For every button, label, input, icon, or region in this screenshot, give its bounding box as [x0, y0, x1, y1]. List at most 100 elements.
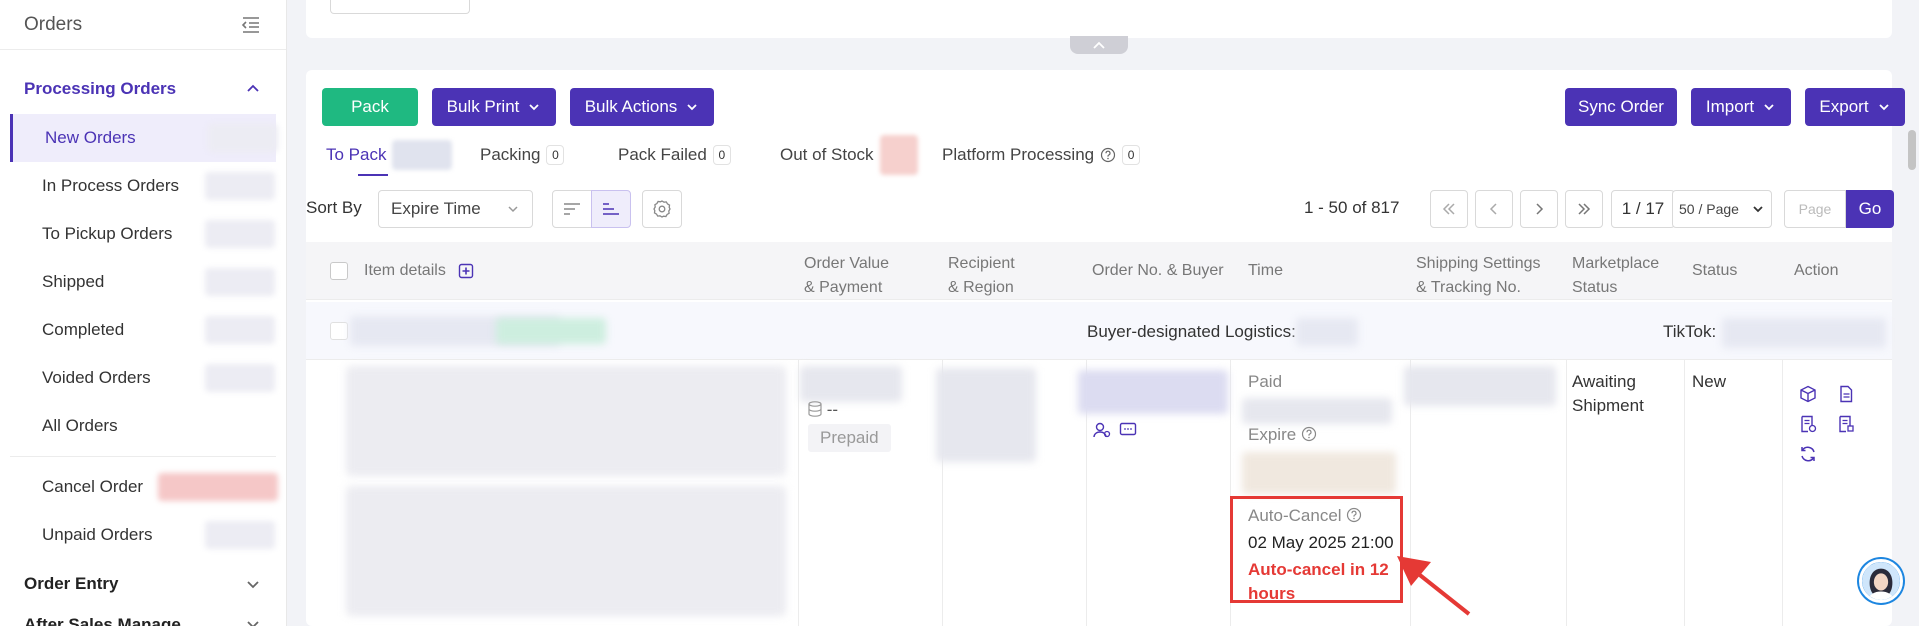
tab-count-badge: 0: [546, 145, 565, 165]
redacted-recipient: [936, 368, 1036, 462]
pack-button-label: Pack: [351, 97, 389, 116]
marketplace-status: Awaiting: [1572, 372, 1636, 391]
next-page-button[interactable]: [1520, 190, 1558, 228]
sort-select-value: Expire Time: [391, 199, 481, 218]
column-divider: [1782, 360, 1783, 626]
support-avatar[interactable]: [1859, 559, 1903, 603]
sidebar-divider: [10, 456, 276, 457]
document-icon[interactable]: [1836, 384, 1856, 404]
header-line: Action: [1794, 262, 1839, 279]
help-circle-icon[interactable]: [1100, 147, 1116, 163]
sidebar-item-label: Shipped: [42, 272, 105, 291]
go-button[interactable]: Go: [1846, 190, 1894, 228]
header-line: Marketplace: [1572, 255, 1660, 272]
annotation-arrow-icon: [1397, 556, 1471, 616]
redacted-order-no: [1078, 370, 1228, 414]
sidebar-title: Orders: [24, 13, 83, 35]
paid-label: Paid: [1248, 372, 1283, 391]
tab-to-pack[interactable]: To Pack: [326, 136, 453, 176]
tab-packing[interactable]: Packing 0: [480, 136, 565, 174]
sidebar-item-all-orders[interactable]: All Orders: [0, 402, 286, 450]
sidebar-item-shipped[interactable]: Shipped: [0, 258, 286, 306]
current-page-value: 1 / 17: [1621, 199, 1665, 218]
go-button-label: Go: [1858, 199, 1882, 218]
bulk-actions-button[interactable]: Bulk Actions: [570, 88, 714, 126]
sidebar-item-label: To Pickup Orders: [42, 224, 173, 243]
sort-by-label: Sort By: [306, 198, 362, 217]
sidebar-item-in-process-orders[interactable]: In Process Orders: [0, 162, 286, 210]
first-page-button[interactable]: [1430, 190, 1468, 228]
tab-out-of-stock[interactable]: Out of Stock: [780, 135, 918, 175]
group-checkbox[interactable]: [330, 322, 348, 340]
sidebar-group-label: Processing Orders: [24, 79, 177, 98]
collapse-menu-icon[interactable]: [240, 14, 262, 36]
sort-select[interactable]: Expire Time: [378, 190, 533, 228]
header-time: Time: [1248, 259, 1283, 283]
header-item-details: Item details: [364, 259, 474, 283]
sidebar-item-unpaid-orders[interactable]: Unpaid Orders: [0, 511, 286, 559]
buyer-profile-icon[interactable]: [1092, 420, 1112, 440]
table-header: Item details Order Value & Payment Recip…: [306, 242, 1892, 300]
sidebar-item-to-pickup-orders[interactable]: To Pickup Orders: [0, 210, 286, 258]
tab-platform-processing[interactable]: Platform Processing 0: [942, 136, 1141, 174]
sidebar-group-order-entry[interactable]: Order Entry: [0, 559, 286, 609]
sidebar-item-label: Voided Orders: [42, 368, 151, 387]
status-tabs: To Pack Packing 0 Pack Failed 0 Out of S…: [322, 135, 1322, 176]
sidebar-item-label: All Orders: [42, 416, 118, 435]
chevron-up-icon: [1093, 41, 1105, 49]
message-icon[interactable]: [1118, 420, 1138, 440]
sidebar-group-processing-orders[interactable]: Processing Orders: [0, 64, 286, 114]
jump-page-input[interactable]: Page: [1784, 190, 1846, 228]
sort-descending-button[interactable]: [552, 190, 592, 228]
sort-desc-icon: [564, 203, 580, 215]
sidebar-item-completed[interactable]: Completed: [0, 306, 286, 354]
scrollbar-thumb[interactable]: [1908, 130, 1916, 170]
header-order-no: Order No. & Buyer: [1092, 259, 1224, 283]
collapse-filter-toggle[interactable]: [1070, 36, 1128, 54]
sidebar-item-label: Cancel Order: [42, 477, 144, 496]
marketplace-status: Shipment: [1572, 396, 1644, 415]
import-button[interactable]: Import: [1691, 88, 1791, 126]
chevron-left-icon: [1489, 203, 1497, 215]
pagination-range: 1 - 50 of 817: [1304, 198, 1400, 217]
pack-button[interactable]: Pack: [322, 88, 418, 126]
sidebar-group-label: After Sales Manage: [24, 615, 181, 626]
column-divider: [798, 360, 799, 626]
invoice-settings-icon[interactable]: [1836, 414, 1856, 434]
sync-order-button[interactable]: Sync Order: [1565, 88, 1677, 126]
last-page-button[interactable]: [1565, 190, 1603, 228]
pack-box-icon[interactable]: [1798, 384, 1818, 404]
bulk-print-button[interactable]: Bulk Print: [432, 88, 556, 126]
page-scrollbar[interactable]: [1905, 60, 1919, 626]
redacted-count: [205, 521, 275, 549]
export-button[interactable]: Export: [1805, 88, 1905, 126]
tab-pack-failed[interactable]: Pack Failed 0: [618, 136, 731, 174]
toolbar: Pack Bulk Print Bulk Actions Sync Order …: [322, 88, 1905, 126]
sidebar-item-cancel-order[interactable]: Cancel Order: [0, 463, 286, 511]
jump-page-placeholder: Page: [1798, 201, 1832, 217]
payment-value-text: --: [826, 400, 839, 419]
help-circle-icon[interactable]: [1301, 426, 1317, 442]
header-line: Status: [1692, 262, 1738, 279]
page-size-select[interactable]: 50 / Page: [1672, 190, 1772, 228]
header-line: Order Value: [804, 255, 890, 272]
table-settings-button[interactable]: [642, 190, 682, 228]
current-page-field[interactable]: 1 / 17: [1611, 190, 1675, 228]
table-row[interactable]: -- Prepaid Paid Expire Auto-Cancel 02 Ma…: [306, 360, 1892, 626]
chevron-down-icon: [527, 100, 541, 114]
invoice-edit-icon[interactable]: [1798, 414, 1818, 434]
refresh-icon[interactable]: [1798, 444, 1818, 464]
expand-plus-icon[interactable]: [458, 263, 474, 279]
sidebar-item-new-orders[interactable]: New Orders: [10, 114, 278, 162]
sort-ascending-button[interactable]: [591, 190, 631, 228]
prev-page-button[interactable]: [1475, 190, 1513, 228]
chevron-down-icon: [685, 100, 699, 114]
select-all-checkbox[interactable]: [330, 262, 348, 280]
filter-field[interactable]: [330, 0, 470, 14]
header-line: & Payment: [804, 279, 883, 296]
sidebar-group-after-sales[interactable]: After Sales Manage: [0, 609, 286, 626]
redacted-order-value: [800, 366, 902, 402]
buyer-logistics-label: Buyer-designated Logistics:: [1087, 322, 1296, 341]
sort-asc-icon: [603, 203, 619, 215]
sidebar-item-voided-orders[interactable]: Voided Orders: [0, 354, 286, 402]
